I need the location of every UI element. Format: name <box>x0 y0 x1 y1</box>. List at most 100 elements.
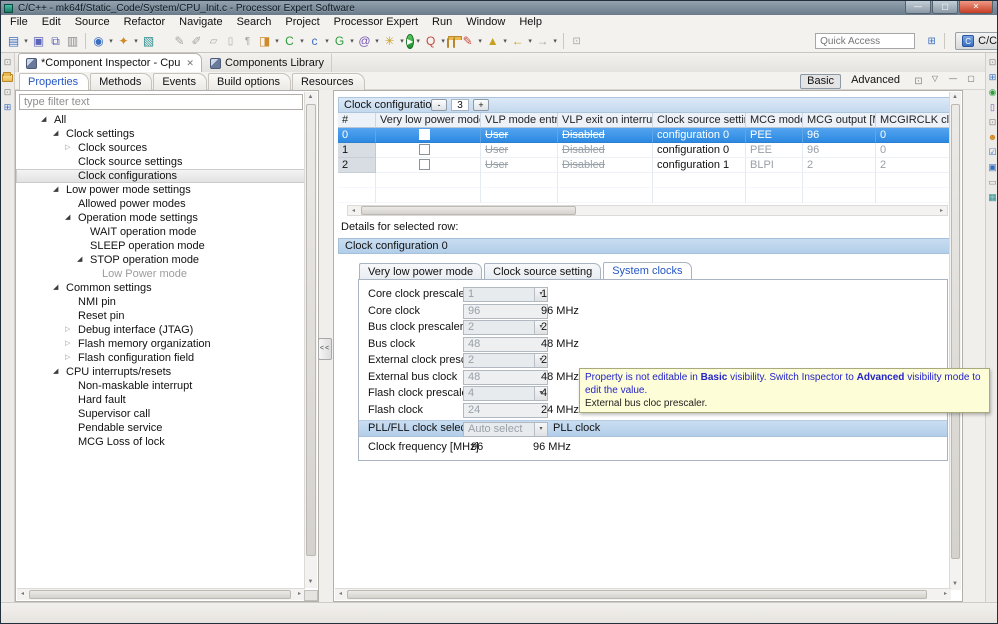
tab-clock-source-setting[interactable]: Clock source setting <box>484 263 602 280</box>
new-wizard-icon[interactable]: ▤ <box>5 33 22 50</box>
menu-source[interactable]: Source <box>68 15 117 30</box>
expand-arrow-icon[interactable]: ◢ <box>53 127 58 141</box>
column-header-vlp-mode[interactable]: Very low power mode <box>376 113 481 128</box>
tree-item-debug-interface[interactable]: ▷ Debug interface (JTAG) <box>16 323 305 337</box>
pll-fll-clock-select[interactable]: Auto select ▾ <box>463 422 548 437</box>
scroll-left-icon[interactable]: ◂ <box>17 589 28 600</box>
menu-refactor[interactable]: Refactor <box>117 15 173 30</box>
maximize-view-icon[interactable]: ▢ <box>965 74 977 83</box>
run-last-dropdown-icon[interactable]: ▾ <box>439 37 447 45</box>
external-bus-clock-field[interactable]: 48 <box>463 370 548 385</box>
open-resource-icon[interactable] <box>453 35 463 48</box>
save-all-icon[interactable]: ⧉ <box>47 33 64 50</box>
scroll-down-icon[interactable]: ▼ <box>950 579 960 590</box>
panel-horizontal-scrollbar[interactable]: ◂ ▸ <box>335 588 951 600</box>
last-edit-dropdown-icon[interactable]: ▾ <box>501 37 509 45</box>
panel-view-icon[interactable]: ▭ <box>987 176 998 188</box>
table-horizontal-scrollbar[interactable]: ◂ ▸ <box>347 205 948 216</box>
tree-item-operation-mode-settings[interactable]: ◢ Operation mode settings <box>16 211 305 225</box>
tree-item-common-settings[interactable]: ◢ Common settings <box>16 281 305 295</box>
target-view-icon[interactable]: ◉ <box>987 86 998 98</box>
device-view-icon[interactable]: ▯ <box>987 101 998 113</box>
advanced-visibility-button[interactable]: Advanced <box>845 74 906 89</box>
column-header-num[interactable]: # <box>338 113 376 128</box>
vlp-checkbox[interactable] <box>419 158 430 170</box>
tab-properties[interactable]: Properties <box>19 73 90 90</box>
external-tools-dropdown-icon[interactable]: ▾ <box>398 37 406 45</box>
menu-project[interactable]: Project <box>278 15 326 30</box>
maximize-button[interactable]: ▢ <box>932 1 958 14</box>
tree-item-low-power-mode-settings[interactable]: ◢ Low power mode settings <box>16 183 305 197</box>
column-header-mcgirclk[interactable]: MCGIRCLK clock [M <box>876 113 952 128</box>
back-dropdown-icon[interactable]: ▾ <box>526 37 534 45</box>
menu-run[interactable]: Run <box>425 15 459 30</box>
restore-pane-icon[interactable]: ⊡ <box>987 56 998 68</box>
tab-system-clocks[interactable]: System clocks <box>603 262 692 280</box>
expand-arrow-icon[interactable]: ▷ <box>65 141 70 155</box>
new-package-dropdown-icon[interactable]: ▾ <box>273 37 281 45</box>
tree-item-low-power-mode[interactable]: Low Power mode <box>16 267 305 281</box>
menu-processor-expert[interactable]: Processor Expert <box>327 15 425 30</box>
forward-dropdown-icon[interactable]: ▾ <box>551 37 559 45</box>
tab-methods[interactable]: Methods <box>90 73 153 90</box>
search-icon[interactable]: ✎ <box>459 33 476 50</box>
build-hammer-icon[interactable]: ✦ <box>115 33 132 50</box>
tree-item-clock-sources[interactable]: ▷ Clock sources <box>16 141 305 155</box>
annotation-icon[interactable]: @ <box>356 33 373 50</box>
tree-horizontal-scrollbar[interactable]: ◂ ▸ <box>17 588 305 600</box>
tree-item-sleep-operation-mode[interactable]: SLEEP operation mode <box>16 239 305 253</box>
tree-item-flash-configuration-field[interactable]: ▷ Flash configuration field <box>16 351 305 365</box>
restore-pane-icon[interactable]: ⊡ <box>2 56 14 68</box>
add-configuration-button[interactable]: + <box>473 99 489 111</box>
console-view-icon[interactable]: ▣ <box>987 161 998 173</box>
column-header-vlp-exit[interactable]: VLP exit on interrupt <box>558 113 653 128</box>
menu-window[interactable]: Window <box>459 15 512 30</box>
tab-resources[interactable]: Resources <box>291 73 365 90</box>
vlp-checkbox[interactable] <box>419 128 430 140</box>
expand-arrow-icon[interactable]: ◢ <box>53 281 58 295</box>
panel-vertical-scrollbar[interactable]: ▲ ▼ <box>949 92 961 590</box>
minimize-button[interactable]: — <box>905 1 931 14</box>
expand-arrow-icon[interactable]: ▷ <box>65 337 70 351</box>
column-header-vlp-entry[interactable]: VLP mode entry <box>481 113 558 128</box>
view-menu-icon[interactable]: ▽ <box>929 74 941 83</box>
tree-item-clock-configurations[interactable]: Clock configurations <box>16 169 305 183</box>
tab-very-low-power-mode[interactable]: Very low power mode <box>359 263 483 280</box>
new-g-element-dropdown-icon[interactable]: ▾ <box>348 37 356 45</box>
tree-item-reset-pin[interactable]: Reset pin <box>16 309 305 323</box>
menu-help[interactable]: Help <box>512 15 549 30</box>
debug-icon[interactable]: ◉ <box>90 33 107 50</box>
expand-arrow-icon[interactable]: ◢ <box>65 211 70 225</box>
scroll-up-icon[interactable]: ▲ <box>305 92 316 103</box>
minimized-explorer-icon[interactable] <box>2 72 13 82</box>
expand-arrow-icon[interactable]: ◢ <box>53 183 58 197</box>
tree-item-clock-settings[interactable]: ◢ Clock settings <box>16 127 305 141</box>
annotation-dropdown-icon[interactable]: ▾ <box>373 37 381 45</box>
minimize-view-icon[interactable]: — <box>947 74 959 83</box>
tab-build-options[interactable]: Build options <box>207 73 291 90</box>
run-last-icon[interactable]: Q <box>422 33 439 50</box>
new-c-file-icon[interactable]: c <box>306 33 323 50</box>
column-header-mcg-mode[interactable]: MCG mode <box>746 113 803 128</box>
expand-arrow-icon[interactable]: ◢ <box>41 113 46 127</box>
save-icon[interactable]: ▣ <box>30 33 47 50</box>
tree-item-clock-source-settings[interactable]: Clock source settings <box>16 155 305 169</box>
external-clock-prescaler-select[interactable]: 2 ▾ <box>463 353 548 368</box>
tab-events[interactable]: Events <box>153 73 207 90</box>
tab-components-library[interactable]: Components Library <box>202 53 333 72</box>
tree-item-supervisor-call[interactable]: Supervisor call <box>16 407 305 421</box>
scroll-left-icon[interactable]: ◂ <box>335 589 346 600</box>
new-class-icon[interactable]: C <box>281 33 298 50</box>
vlp-checkbox[interactable] <box>419 143 430 155</box>
window-view-icon[interactable]: ⊡ <box>987 116 998 128</box>
debug-dropdown-icon[interactable]: ▾ <box>107 37 115 45</box>
back-icon[interactable]: ← <box>509 33 526 50</box>
table-view-icon[interactable]: ▦ <box>987 191 998 203</box>
new-c-file-dropdown-icon[interactable]: ▾ <box>323 37 331 45</box>
detail-pane-icon[interactable]: ⊡ <box>910 73 927 90</box>
new-dropdown-icon[interactable]: ▾ <box>22 37 30 45</box>
expand-arrow-icon[interactable]: ▷ <box>65 351 70 365</box>
tab-component-inspector[interactable]: *Component Inspector - Cpu ✕ <box>18 53 202 72</box>
link-editor-icon[interactable]: ⊡ <box>568 33 585 50</box>
quick-access-input[interactable] <box>815 33 916 49</box>
